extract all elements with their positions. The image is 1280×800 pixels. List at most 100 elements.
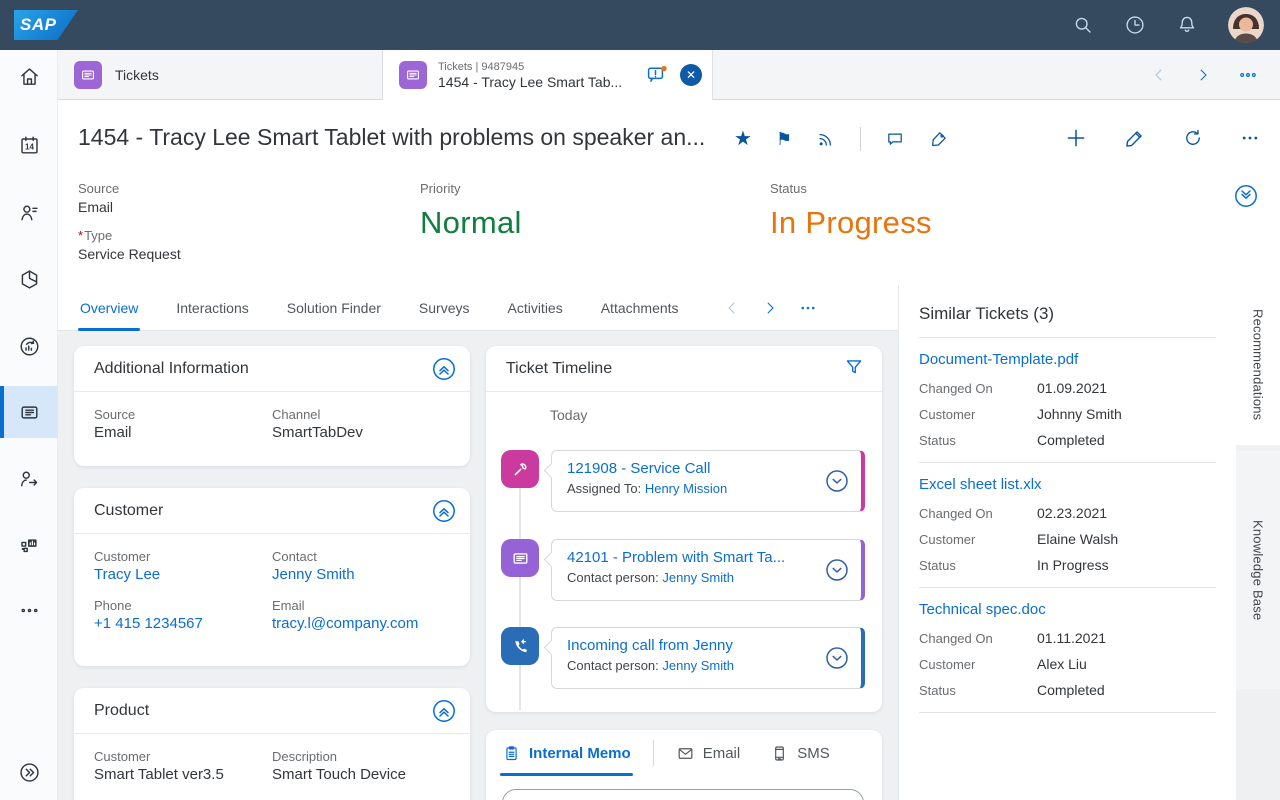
tab-email[interactable]: Email <box>676 730 741 776</box>
field-value: Smart Touch Device <box>272 766 450 783</box>
app-window: Overview Interactions Solution Finder Su… <box>0 0 1280 800</box>
field-label: Source <box>78 181 181 196</box>
timeline-item-link[interactable]: 121908 - Service Call <box>567 460 821 477</box>
tab-interactions[interactable]: Interactions <box>176 285 248 331</box>
timeline-item[interactable]: 42101 - Problem with Smart Ta... Contact… <box>551 539 865 601</box>
field-label: Contact <box>272 549 450 564</box>
sidebar-item-contacts[interactable] <box>0 186 58 238</box>
customer-card: Customer Customer Tracy Lee Contact Jenn… <box>74 488 470 666</box>
timeline-sub-link[interactable]: Jenny Smith <box>662 570 734 585</box>
tab-label: 1454 - Tracy Lee Smart Tab... <box>438 74 634 90</box>
sidebar-expand-button[interactable] <box>0 746 58 798</box>
phone-link[interactable]: +1 415 1234567 <box>94 615 272 632</box>
incoming-call-icon <box>501 627 539 665</box>
tab-sms[interactable]: SMS <box>770 730 830 776</box>
row-value: Completed <box>1037 432 1105 448</box>
timeline-item[interactable]: Incoming call from Jenny Contact person:… <box>551 627 865 689</box>
similar-ticket-item: Excel sheet list.xlx Changed On02.23.202… <box>919 463 1216 588</box>
field-email: Email tracy.l@company.com <box>272 598 450 632</box>
tab-label: Email <box>703 745 741 762</box>
feed-rss-icon[interactable] <box>816 129 836 149</box>
flag-icon[interactable]: ⚑ <box>776 129 792 149</box>
refresh-icon[interactable] <box>1182 127 1204 149</box>
tab-internal-memo[interactable]: Internal Memo <box>502 730 631 776</box>
sidebar-item-products[interactable] <box>0 253 58 305</box>
collapse-card-button[interactable] <box>431 356 457 382</box>
shell-bar: SAP <box>0 0 1280 50</box>
priority-value: Normal <box>420 205 522 241</box>
sidebar-item-library[interactable] <box>0 519 58 571</box>
tab-overflow-icon[interactable] <box>1238 65 1258 85</box>
product-card: Product Customer Smart Tablet ver3.5 Des… <box>74 688 470 800</box>
timeline-sub-link[interactable]: Henry Mission <box>645 481 727 496</box>
tab-ticket-1454[interactable]: Tickets | 9487945 1454 - Tracy Lee Smart… <box>383 50 713 100</box>
tab-alert-icon[interactable] <box>645 63 669 87</box>
email-link[interactable]: tracy.l@company.com <box>272 615 450 632</box>
timeline-item[interactable]: 121908 - Service Call Assigned To: Henry… <box>551 450 865 512</box>
memo-input[interactable] <box>502 789 864 800</box>
close-tab-icon[interactable]: ✕ <box>680 64 702 86</box>
composer-card: Internal Memo Email SMS <box>486 730 882 800</box>
sidebar-item-visits[interactable] <box>0 452 58 504</box>
document-link[interactable]: Technical spec.doc <box>919 601 1216 618</box>
tabs-scroll-right-icon[interactable] <box>761 299 779 317</box>
header-overflow-icon[interactable] <box>1240 128 1260 148</box>
tag-icon[interactable] <box>929 129 949 149</box>
recents-clock-icon[interactable] <box>1124 14 1146 36</box>
collapse-card-button[interactable] <box>431 698 457 724</box>
presentation-chart-icon <box>18 534 41 557</box>
search-icon[interactable] <box>1072 14 1094 36</box>
document-link[interactable]: Excel sheet list.xlx <box>919 476 1216 493</box>
sidebar-item-home[interactable] <box>0 50 58 102</box>
timeline-item-link[interactable]: Incoming call from Jenny <box>567 637 821 654</box>
tabs-overflow-icon[interactable] <box>799 299 817 317</box>
row-label: Customer <box>919 532 1037 547</box>
chat-icon[interactable] <box>885 129 905 149</box>
field-description: Description Smart Touch Device <box>272 749 450 783</box>
field-value: Email <box>94 424 272 441</box>
tabs-scroll-left-icon[interactable] <box>723 299 741 317</box>
contact-link[interactable]: Jenny Smith <box>272 566 450 583</box>
expand-header-icon[interactable] <box>1233 183 1259 209</box>
divider <box>860 127 861 151</box>
chevron-down-icon[interactable] <box>824 557 850 583</box>
tab-attachments[interactable]: Attachments <box>601 285 679 331</box>
sidebar-item-analytics[interactable] <box>0 320 58 372</box>
divider <box>713 99 1280 100</box>
panel-title: Similar Tickets (3) <box>899 285 1236 337</box>
rail-tab-recommendations[interactable]: Recommendations <box>1236 285 1280 445</box>
contact-list-icon <box>18 201 41 224</box>
chevron-down-icon[interactable] <box>824 468 850 494</box>
notifications-bell-icon[interactable] <box>1176 14 1198 36</box>
sidebar-item-calendar[interactable]: 14 <box>0 119 58 171</box>
sap-logo: SAP <box>14 10 78 40</box>
sidebar-item-more[interactable] <box>0 584 58 636</box>
collapse-card-button[interactable] <box>431 498 457 524</box>
tab-activities[interactable]: Activities <box>507 285 562 331</box>
tab-surveys[interactable]: Surveys <box>419 285 470 331</box>
sidebar-item-tickets[interactable] <box>0 386 58 438</box>
timeline-item-link[interactable]: 42101 - Problem with Smart Ta... <box>567 549 821 566</box>
rail-tab-knowledge-base[interactable]: Knowledge Base <box>1236 451 1280 689</box>
document-link[interactable]: Document-Template.pdf <box>919 351 1216 368</box>
field-phone: Phone +1 415 1234567 <box>94 598 272 632</box>
user-avatar[interactable] <box>1228 7 1264 43</box>
timeline-sub-link[interactable]: Jenny Smith <box>662 658 734 673</box>
edit-pencil-icon[interactable] <box>1124 127 1146 149</box>
window-tab-strip: Tickets Tickets | 9487945 1454 - Tracy L… <box>58 50 1280 100</box>
customer-link[interactable]: Tracy Lee <box>94 566 272 583</box>
object-header: 1454 - Tracy Lee Smart Tablet with probl… <box>58 100 1280 285</box>
chevron-down-icon[interactable] <box>824 645 850 671</box>
tab-solution-finder[interactable]: Solution Finder <box>287 285 381 331</box>
favorite-star-icon[interactable]: ★ <box>734 129 752 149</box>
tab-scroll-left-icon[interactable] <box>1150 66 1168 84</box>
timeline-group-label: Today <box>550 407 587 423</box>
tab-overview[interactable]: Overview <box>80 285 138 331</box>
tab-tickets-list[interactable]: Tickets <box>58 50 383 100</box>
filter-icon[interactable] <box>843 356 869 382</box>
tab-scroll-right-icon[interactable] <box>1194 66 1212 84</box>
add-icon[interactable] <box>1064 126 1088 150</box>
row-value: Alex Liu <box>1037 656 1087 672</box>
row-label: Customer <box>919 407 1037 422</box>
row-label: Customer <box>919 657 1037 672</box>
